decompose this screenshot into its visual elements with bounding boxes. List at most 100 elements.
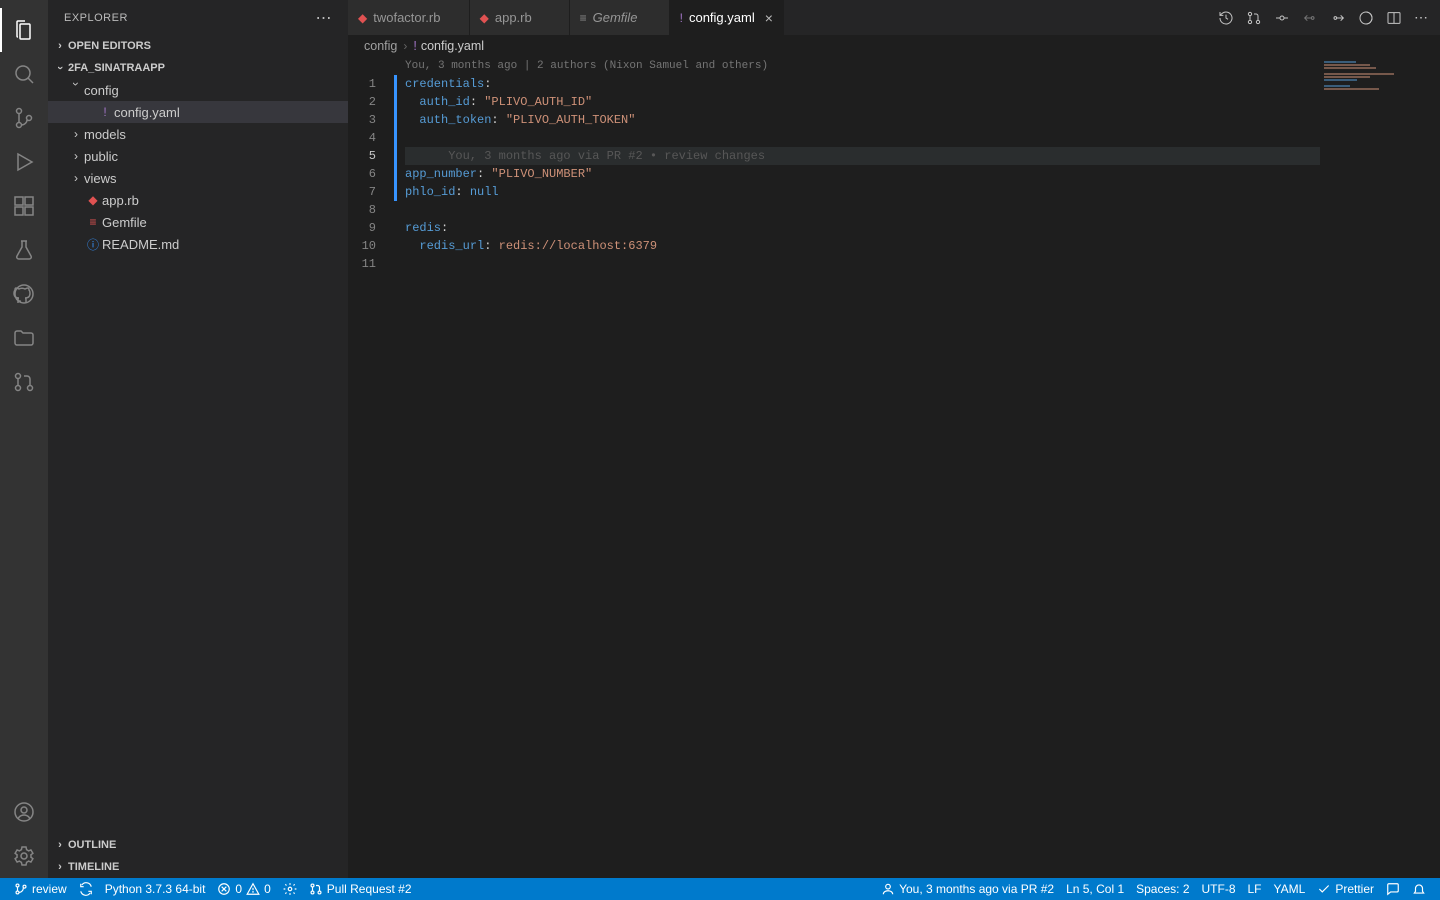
formatter-status[interactable]: Prettier: [1311, 878, 1380, 900]
cursor-position[interactable]: Ln 5, Col 1: [1060, 878, 1130, 900]
blame-text: You, 3 months ago via PR #2: [899, 882, 1054, 896]
tree-item[interactable]: ›views: [48, 167, 348, 189]
source-control-icon[interactable]: [0, 96, 48, 140]
tab-label: config.yaml: [689, 10, 755, 25]
info-icon: ⓘ: [84, 236, 102, 253]
minimap[interactable]: [1320, 57, 1440, 878]
search-icon[interactable]: [0, 52, 48, 96]
sidebar-more-icon[interactable]: ⋯: [316, 8, 333, 28]
branch-status[interactable]: review: [8, 878, 73, 900]
tree-item[interactable]: ◆app.rb: [48, 189, 348, 211]
editor-area: ◆twofactor.rb×◆app.rb×≡Gemfile×!config.y…: [348, 0, 1440, 878]
close-icon[interactable]: ×: [765, 10, 773, 26]
eol-status[interactable]: LF: [1242, 878, 1268, 900]
python-label: Python 3.7.3 64-bit: [105, 882, 206, 896]
prev-change-icon[interactable]: [1302, 10, 1318, 26]
project-label: 2FA_SINATRAAPP: [68, 62, 165, 74]
gemfile-icon: ≡: [580, 11, 587, 25]
run-icon[interactable]: [0, 140, 48, 184]
github-icon[interactable]: [0, 272, 48, 316]
tab-label: app.rb: [495, 10, 532, 25]
editor-tab[interactable]: ! config.yaml ×: [670, 0, 784, 35]
tree-item[interactable]: ≡Gemfile: [48, 211, 348, 233]
code-content[interactable]: You, 3 months ago | 2 authors (Nixon Sam…: [397, 57, 1320, 878]
problems-status[interactable]: 0 0: [211, 878, 276, 900]
breadcrumb-folder: config: [364, 39, 397, 53]
status-bar: review Python 3.7.3 64-bit 0 0 Pull Requ…: [0, 878, 1440, 900]
editor-body[interactable]: 1234567891011 You, 3 months ago | 2 auth…: [348, 57, 1440, 878]
tree-item-label: app.rb: [102, 193, 139, 208]
chevron-down-icon: ›: [69, 82, 83, 98]
pull-request-icon[interactable]: [0, 360, 48, 404]
gemfile-icon: ≡: [84, 215, 102, 229]
live-share-status[interactable]: [277, 878, 303, 900]
notifications-icon[interactable]: [1406, 878, 1432, 900]
indentation-status[interactable]: Spaces: 2: [1130, 878, 1195, 900]
language-status[interactable]: YAML: [1268, 878, 1312, 900]
beaker-icon[interactable]: [0, 228, 48, 272]
tree-item-label: README.md: [102, 237, 179, 252]
open-editors-section[interactable]: › OPEN EDITORS: [48, 35, 348, 57]
pull-request-status[interactable]: Pull Request #2: [303, 878, 418, 900]
sidebar: EXPLORER ⋯ › OPEN EDITORS › 2FA_SINATRAA…: [48, 0, 348, 878]
chevron-right-icon: ›: [52, 40, 68, 52]
breadcrumb-file: config.yaml: [421, 39, 484, 53]
tree-item-label: models: [84, 127, 126, 142]
pr-label: Pull Request #2: [327, 882, 412, 896]
explorer-icon[interactable]: [0, 8, 48, 52]
line-number-gutter: 1234567891011: [348, 57, 394, 878]
sidebar-title: EXPLORER: [64, 12, 316, 24]
settings-gear-icon[interactable]: [0, 834, 48, 878]
tab-label: twofactor.rb: [373, 10, 440, 25]
folder-icon[interactable]: [0, 316, 48, 360]
project-section[interactable]: › 2FA_SINATRAAPP: [48, 57, 348, 79]
history-icon[interactable]: [1218, 10, 1234, 26]
chevron-right-icon: ›: [68, 127, 84, 141]
chevron-right-icon: ›: [68, 149, 84, 163]
extensions-icon[interactable]: [0, 184, 48, 228]
ruby-icon: ◆: [84, 193, 102, 207]
tree-item[interactable]: ›public: [48, 145, 348, 167]
file-tree: ›config!config.yaml›models›public›views◆…: [48, 79, 348, 834]
commit-graph-icon[interactable]: [1274, 10, 1290, 26]
chevron-down-icon: ›: [54, 60, 66, 76]
editor-tab[interactable]: ◆app.rb×: [470, 0, 570, 35]
feedback-icon[interactable]: [1380, 878, 1406, 900]
tree-item[interactable]: ›models: [48, 123, 348, 145]
more-actions-icon[interactable]: ⋯: [1414, 9, 1428, 26]
compare-icon[interactable]: [1246, 10, 1262, 26]
chevron-right-icon: ›: [52, 861, 68, 873]
open-editors-label: OPEN EDITORS: [68, 40, 151, 52]
editor-tab[interactable]: ◆twofactor.rb×: [348, 0, 470, 35]
next-change-icon[interactable]: [1330, 10, 1346, 26]
split-editor-icon[interactable]: [1386, 10, 1402, 26]
codelens[interactable]: You, 3 months ago | 2 authors (Nixon Sam…: [405, 57, 1320, 75]
tree-item[interactable]: ›config: [48, 79, 348, 101]
tab-label: Gemfile: [593, 10, 638, 25]
account-icon[interactable]: [0, 790, 48, 834]
tab-bar: ◆twofactor.rb×◆app.rb×≡Gemfile×!config.y…: [348, 0, 1440, 35]
chevron-right-icon: ›: [403, 39, 407, 53]
breadcrumb[interactable]: config › ! config.yaml: [348, 35, 1440, 57]
tree-item-label: Gemfile: [102, 215, 147, 230]
tree-item-label: config.yaml: [114, 105, 180, 120]
timeline-label: TIMELINE: [68, 861, 119, 873]
outline-section[interactable]: › OUTLINE: [48, 834, 348, 856]
sidebar-header: EXPLORER ⋯: [48, 0, 348, 35]
tree-item-label: public: [84, 149, 118, 164]
ruby-icon: ◆: [358, 11, 367, 25]
editor-tab[interactable]: ≡Gemfile×: [570, 0, 670, 35]
timeline-section[interactable]: › TIMELINE: [48, 856, 348, 878]
python-status[interactable]: Python 3.7.3 64-bit: [99, 878, 212, 900]
blame-status[interactable]: You, 3 months ago via PR #2: [875, 878, 1060, 900]
yaml-icon: !: [680, 11, 683, 25]
tree-item[interactable]: ⓘREADME.md: [48, 233, 348, 255]
encoding-status[interactable]: UTF-8: [1196, 878, 1242, 900]
activity-bar: [0, 0, 48, 878]
toggle-view-icon[interactable]: [1358, 10, 1374, 26]
tree-item-label: views: [84, 171, 117, 186]
formatter-label: Prettier: [1335, 882, 1374, 896]
tree-item[interactable]: !config.yaml: [48, 101, 348, 123]
sync-status[interactable]: [73, 878, 99, 900]
yaml-icon: !: [413, 39, 416, 53]
